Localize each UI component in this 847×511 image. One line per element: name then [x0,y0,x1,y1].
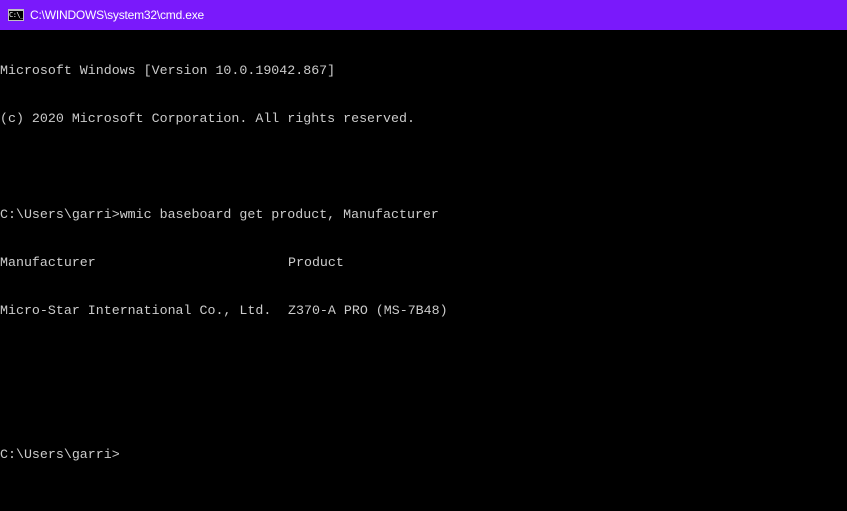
banner-copyright-line: (c) 2020 Microsoft Corporation. All righ… [0,111,415,126]
title-bar[interactable]: C:\_ C:\WINDOWS\system32\cmd.exe [0,0,847,30]
console-output[interactable]: Microsoft Windows [Version 10.0.19042.86… [0,31,847,511]
header-product: Product [288,255,344,270]
output-header-row: Manufacturer Product [0,255,847,271]
cell-manufacturer: Micro-Star International Co., Ltd. [0,303,272,318]
command-text: wmic baseboard get product, Manufacturer [119,207,439,222]
window-title: C:\WINDOWS\system32\cmd.exe [30,8,204,22]
header-manufacturer: Manufacturer [0,255,96,270]
current-prompt-line[interactable]: C:\Users\garri> [0,447,847,463]
cmd-window: C:\_ C:\WINDOWS\system32\cmd.exe Microso… [0,0,847,511]
output-row: Micro-Star International Co., Ltd. Z370-A… [0,303,847,319]
cmd-icon: C:\_ [8,9,24,21]
prompt: C:\Users\garri> [0,207,120,222]
command-line: C:\Users\garri>wmic baseboard get produc… [0,207,847,223]
cell-product: Z370-A PRO (MS-7B48) [288,303,448,318]
banner-version-line: Microsoft Windows [Version 10.0.19042.86… [0,63,336,78]
prompt: C:\Users\garri> [0,447,120,462]
